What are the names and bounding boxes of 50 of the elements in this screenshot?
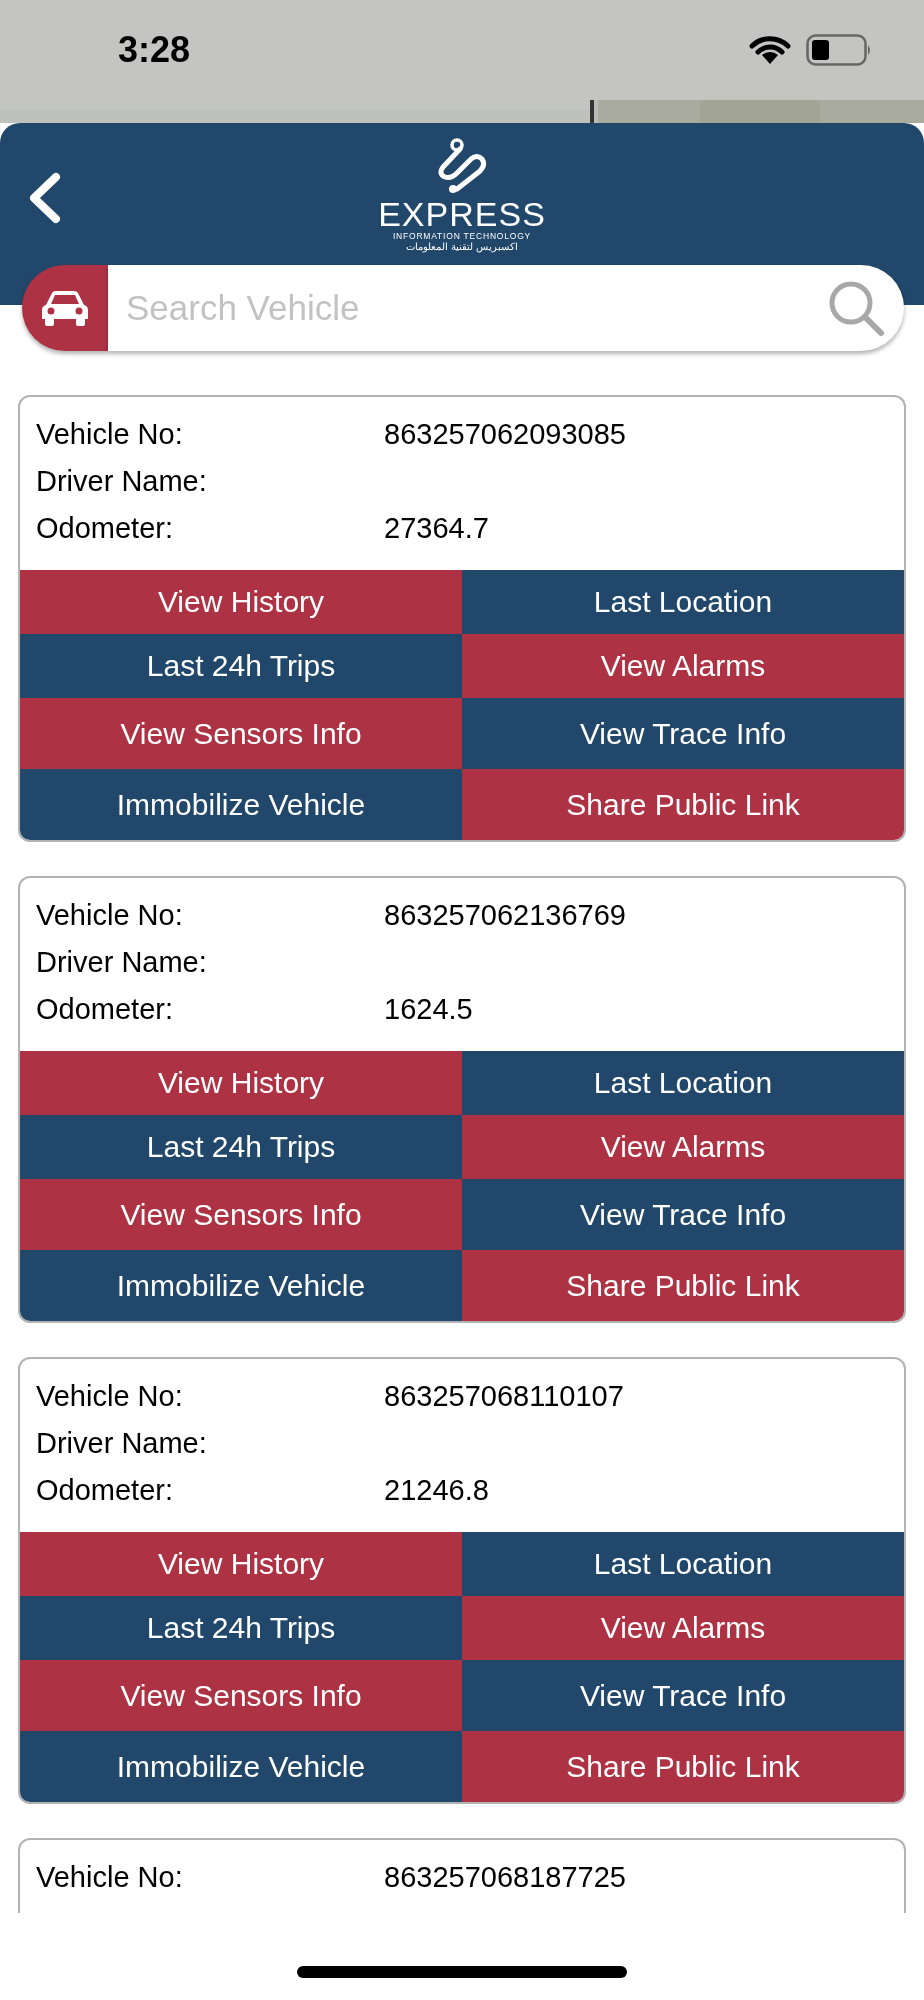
action-button[interactable]: Immobilize Vehicle: [20, 769, 462, 840]
action-button[interactable]: View Alarms: [462, 1596, 904, 1660]
field-value: 27364.7: [384, 512, 489, 545]
action-button[interactable]: View Trace Info: [462, 1179, 904, 1250]
logo-title: EXPRESS: [378, 197, 546, 231]
action-button[interactable]: View History: [20, 570, 462, 634]
action-button[interactable]: Last 24h Trips: [20, 1596, 462, 1660]
field-label: Vehicle No:: [36, 1380, 184, 1413]
action-button[interactable]: View Sensors Info: [20, 698, 462, 769]
action-button[interactable]: View Alarms: [462, 634, 904, 698]
battery-icon: [806, 34, 872, 66]
car-icon: [22, 265, 108, 351]
field-value: 863257062136769: [384, 899, 626, 932]
action-button[interactable]: View Trace Info: [462, 698, 904, 769]
action-button[interactable]: View History: [20, 1051, 462, 1115]
action-button[interactable]: Share Public Link: [462, 769, 904, 840]
action-button[interactable]: Share Public Link: [462, 1731, 904, 1802]
action-button[interactable]: View Sensors Info: [20, 1660, 462, 1731]
action-button[interactable]: Last Location: [462, 1532, 904, 1596]
field-label: Driver Name:: [36, 946, 208, 979]
field-label: Vehicle No:: [36, 418, 184, 451]
field-label: Odometer:: [36, 1474, 174, 1507]
action-button[interactable]: Share Public Link: [462, 1250, 904, 1321]
action-button[interactable]: Last Location: [462, 570, 904, 634]
field-value: 21246.8: [384, 1474, 489, 1507]
action-button[interactable]: View Trace Info: [462, 1660, 904, 1731]
action-button[interactable]: Last 24h Trips: [20, 1115, 462, 1179]
field-label: Odometer:: [36, 993, 174, 1026]
field-label: Vehicle No:: [36, 899, 184, 932]
field-label: Driver Name:: [36, 1427, 208, 1460]
action-button[interactable]: Immobilize Vehicle: [20, 1250, 462, 1321]
field-label: Odometer:: [36, 512, 174, 545]
field-value: 863257068110107: [384, 1380, 624, 1413]
action-button[interactable]: View History: [20, 1532, 462, 1596]
logo-icon: [435, 137, 489, 195]
logo-subtitle: INFORMATION TECHNOLOGY: [392, 231, 532, 241]
field-value: 863257062093085: [384, 418, 626, 451]
logo-arabic-text: اكسبريس لتقنية المعلومات: [406, 241, 518, 253]
action-button[interactable]: Last Location: [462, 1051, 904, 1115]
field-value: 1624.5: [384, 993, 473, 1026]
field-value: 863257068187725: [384, 1861, 626, 1894]
action-button[interactable]: View Sensors Info: [20, 1179, 462, 1250]
action-button[interactable]: View Alarms: [462, 1115, 904, 1179]
wifi-icon: [748, 34, 792, 66]
status-time: 3:28: [118, 29, 191, 71]
field-label: Vehicle No:: [36, 1861, 184, 1894]
action-button[interactable]: Immobilize Vehicle: [20, 1731, 462, 1802]
search-field[interactable]: Search Vehicle: [108, 265, 904, 351]
action-button[interactable]: Last 24h Trips: [20, 634, 462, 698]
field-label: Driver Name:: [36, 465, 208, 498]
